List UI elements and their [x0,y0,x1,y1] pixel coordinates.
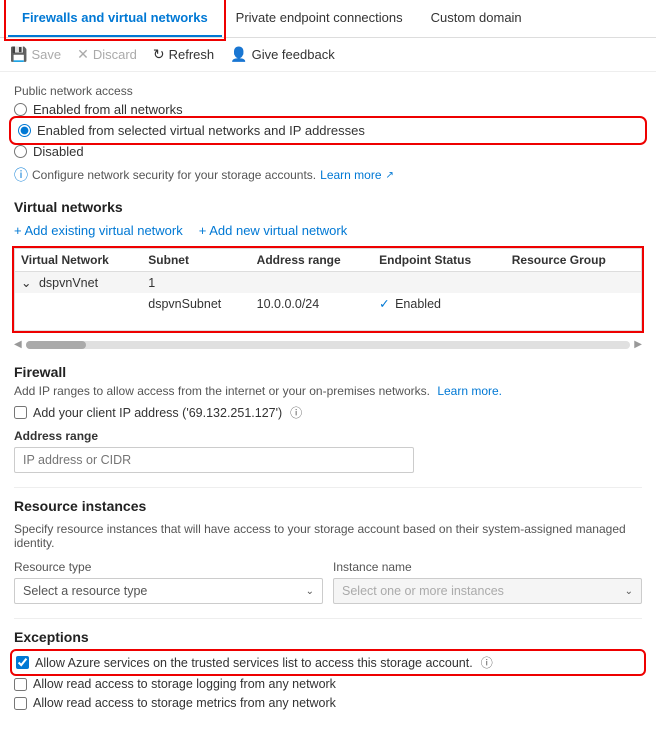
exceptions-title: Exceptions [14,629,642,645]
firewall-learn-more[interactable]: Learn more. [437,384,502,398]
add-new-vnet[interactable]: + Add new virtual network [199,223,348,238]
instance-label: Instance name [333,560,642,574]
virtual-networks-title: Virtual networks [14,199,642,215]
public-network-section: Public network access Enabled from all n… [14,84,642,185]
vnet-name: ⌄ dspvnVnet [15,272,142,294]
discard-button[interactable]: ✕ Discard [77,46,137,63]
public-network-label: Public network access [14,84,642,98]
discard-icon: ✕ [77,46,89,63]
collapse-icon[interactable]: ⌄ [21,276,31,290]
exception-checkbox-2[interactable] [14,697,27,710]
exception-item-2: Allow read access to storage metrics fro… [14,696,642,710]
resource-instances-desc: Specify resource instances that will hav… [14,522,642,550]
info-row: ⓘ Configure network security for your st… [14,165,642,185]
tab-bar: Firewalls and virtual networks Private e… [0,0,656,38]
table-header-row: Virtual Network Subnet Address range End… [15,249,641,272]
vnet-table-wrapper: Virtual Network Subnet Address range End… [14,248,642,331]
save-button[interactable]: 💾 Save [10,46,61,63]
vnet-count: 1 [142,272,250,294]
resource-type-label: Resource type [14,560,323,574]
resource-type-col: Resource type Select a resource type ⌄ [14,560,323,604]
exception-checkbox-1[interactable] [14,678,27,691]
learn-more-link[interactable]: Learn more [320,168,381,182]
scroll-left-arrow[interactable]: ◀ [14,339,22,350]
instance-name-col: Instance name Select one or more instanc… [333,560,642,604]
firewall-title: Firewall [14,364,642,380]
tab-firewalls[interactable]: Firewalls and virtual networks [8,0,222,37]
tab-custom-domain[interactable]: Custom domain [417,0,536,37]
instance-chevron: ⌄ [625,586,633,597]
firewall-section: Firewall Add IP ranges to allow access f… [14,364,642,473]
address-range-label: Address range [14,429,642,443]
table-row[interactable]: ⌄ dspvnVnet 1 [15,272,641,294]
refresh-button[interactable]: ↻ Refresh [153,46,214,63]
scroll-track[interactable] [26,341,631,349]
subnet-name: dspvnSubnet [142,293,250,314]
col-address: Address range [251,249,373,272]
resource-type-select[interactable]: Select a resource type ⌄ [14,578,323,604]
horizontal-scrollbar: ◀ ▶ [14,339,642,350]
resource-grid: Resource type Select a resource type ⌄ I… [14,560,642,604]
scroll-thumb [26,341,86,349]
col-resource-group: Resource Group [506,249,641,272]
col-subnet: Subnet [142,249,250,272]
resource-instances-title: Resource instances [14,498,642,514]
exception-item-0: Allow Azure services on the trusted serv… [14,653,642,672]
toolbar: 💾 Save ✕ Discard ↻ Refresh 👤 Give feedba… [0,38,656,72]
exception-item-1: Allow read access to storage logging fro… [14,677,642,691]
client-ip-checkbox-row: Add your client IP address ('69.132.251.… [14,404,642,421]
divider-2 [14,618,642,619]
info-icon: ⓘ [14,165,28,185]
exception-info-icon-0: ⓘ [481,654,493,671]
scroll-right-arrow[interactable]: ▶ [634,339,642,350]
checkmark-icon: ✓ [379,297,389,311]
exception-checkbox-0[interactable] [16,656,29,669]
external-link-icon: ↗ [386,170,394,181]
save-icon: 💾 [10,46,27,63]
col-vnet: Virtual Network [15,249,142,272]
address-range: 10.0.0.0/24 [251,293,373,314]
endpoint-status: ✓ Enabled [373,293,506,314]
client-ip-info-icon: ⓘ [290,404,302,421]
refresh-icon: ↻ [153,46,165,63]
main-content: Public network access Enabled from all n… [0,72,656,736]
exceptions-section: Exceptions Allow Azure services on the t… [14,629,642,710]
vnet-actions: + Add existing virtual network + Add new… [14,223,642,238]
add-existing-vnet[interactable]: + Add existing virtual network [14,223,183,238]
instance-select[interactable]: Select one or more instances ⌄ [333,578,642,604]
firewall-desc: Add IP ranges to allow access from the i… [14,384,642,398]
address-range-input[interactable] [14,447,414,473]
vnet-table: Virtual Network Subnet Address range End… [15,249,641,314]
option-disabled[interactable]: Disabled [14,144,642,159]
tab-private-endpoint[interactable]: Private endpoint connections [222,0,417,37]
resource-type-chevron: ⌄ [306,586,314,597]
divider [14,487,642,488]
option-all-networks[interactable]: Enabled from all networks [14,102,642,117]
resource-instances-section: Resource instances Specify resource inst… [14,498,642,604]
table-row[interactable]: dspvnSubnet 10.0.0.0/24 ✓ Enabled [15,293,641,314]
feedback-icon: 👤 [230,46,247,63]
feedback-button[interactable]: 👤 Give feedback [230,46,335,63]
option-selected-networks[interactable]: Enabled from selected virtual networks a… [14,121,642,140]
client-ip-checkbox[interactable] [14,406,27,419]
network-access-options: Enabled from all networks Enabled from s… [14,102,642,159]
col-status: Endpoint Status [373,249,506,272]
